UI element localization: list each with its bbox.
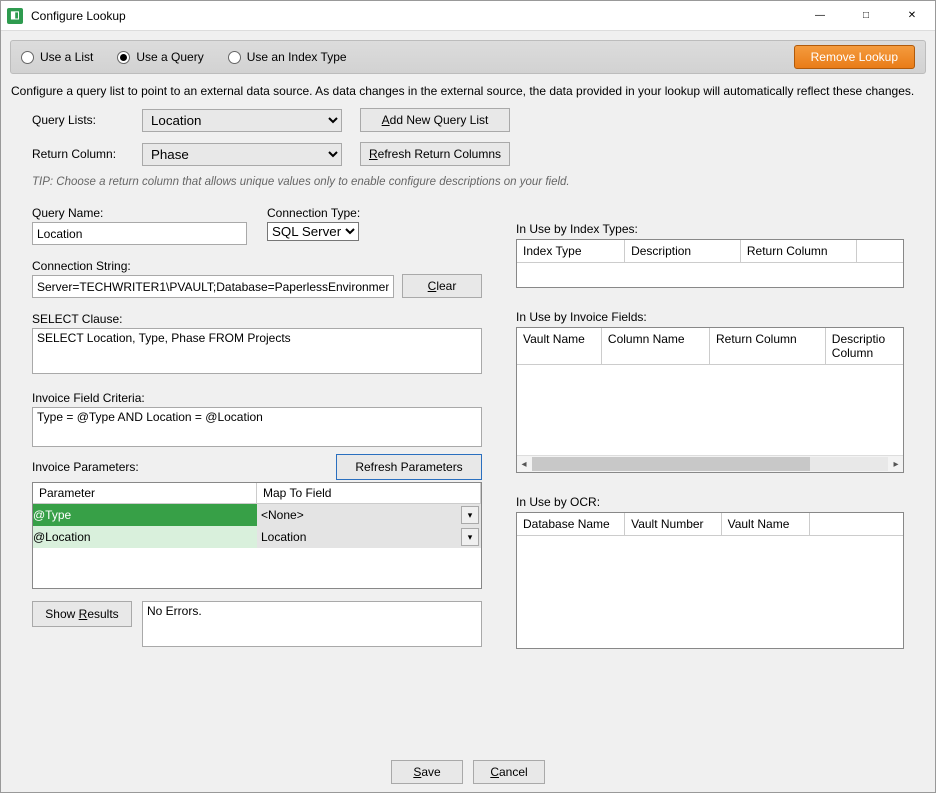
- in-use-ocr-label: In Use by OCR:: [516, 495, 904, 509]
- cancel-button[interactable]: Cancel: [473, 760, 545, 784]
- return-column-select[interactable]: Phase: [142, 143, 342, 166]
- tip-text: TIP: Choose a return column that allows …: [32, 176, 904, 188]
- invoice-parameters-table: Parameter Map To Field @Type <None> ▾ @L…: [32, 482, 482, 589]
- titlebar: ◧ Configure Lookup — □ ✕: [1, 1, 935, 31]
- query-name-input[interactable]: [32, 222, 247, 245]
- col-column-name[interactable]: Column Name: [602, 328, 710, 365]
- description-text: Configure a query list to point to an ex…: [10, 74, 926, 108]
- col-description-column[interactable]: DescriptioColumn: [826, 328, 903, 365]
- close-button[interactable]: ✕: [889, 1, 935, 31]
- connection-type-label: Connection Type:: [267, 206, 482, 220]
- invoice-params-label: Invoice Parameters:: [32, 460, 336, 474]
- lookup-type-bar: Use a List Use a Query Use an Index Type…: [10, 40, 926, 74]
- radio-label: Use a List: [40, 50, 93, 64]
- radio-label: Use an Index Type: [247, 50, 347, 64]
- col-index-type[interactable]: Index Type: [517, 240, 625, 263]
- show-results-button[interactable]: Show Results: [32, 601, 132, 627]
- connection-type-select[interactable]: SQL Server: [267, 222, 359, 241]
- refresh-parameters-button[interactable]: Refresh Parameters: [336, 454, 482, 480]
- param-map-cell[interactable]: Location ▾: [257, 526, 481, 548]
- app-icon: ◧: [7, 8, 23, 24]
- clear-button[interactable]: Clear: [402, 274, 482, 298]
- ocr-grid: Database Name Vault Number Vault Name: [516, 512, 904, 649]
- col-vault-name[interactable]: Vault Name: [517, 328, 602, 365]
- connection-string-input[interactable]: [32, 275, 394, 298]
- param-name-cell: @Type: [33, 504, 257, 526]
- chevron-down-icon[interactable]: ▾: [461, 528, 479, 546]
- param-map-cell[interactable]: <None> ▾: [257, 504, 481, 526]
- col-vault-number[interactable]: Vault Number: [625, 513, 722, 536]
- query-name-label: Query Name:: [32, 206, 247, 220]
- param-col-map: Map To Field: [257, 483, 481, 504]
- col-return-column[interactable]: Return Column: [741, 240, 857, 263]
- col-vault-name-2[interactable]: Vault Name: [722, 513, 811, 536]
- horizontal-scrollbar[interactable]: ◂ ▸: [517, 455, 903, 472]
- param-name-cell: @Location: [33, 526, 257, 548]
- radio-label: Use a Query: [136, 50, 203, 64]
- in-use-index-label: In Use by Index Types:: [516, 222, 904, 236]
- radio-icon: [117, 51, 130, 64]
- col-description[interactable]: Description: [625, 240, 741, 263]
- col-return-column-2[interactable]: Return Column: [710, 328, 826, 365]
- return-column-label: Return Column:: [32, 147, 142, 161]
- table-row[interactable]: @Location Location ▾: [33, 526, 481, 548]
- save-button[interactable]: Save: [391, 760, 463, 784]
- connection-string-label: Connection String:: [32, 259, 394, 273]
- invoice-criteria-label: Invoice Field Criteria:: [32, 391, 482, 405]
- invoice-criteria-input[interactable]: [32, 407, 482, 447]
- index-types-grid: Index Type Description Return Column: [516, 239, 904, 288]
- maximize-button[interactable]: □: [843, 1, 889, 31]
- select-clause-label: SELECT Clause:: [32, 312, 482, 326]
- radio-use-query[interactable]: Use a Query: [117, 50, 203, 64]
- radio-use-list[interactable]: Use a List: [21, 50, 93, 64]
- invoice-fields-grid: Vault Name Column Name Return Column Des…: [516, 327, 904, 473]
- in-use-invoice-label: In Use by Invoice Fields:: [516, 310, 904, 324]
- table-row[interactable]: @Type <None> ▾: [33, 504, 481, 526]
- results-output: [142, 601, 482, 647]
- query-lists-select[interactable]: Location: [142, 109, 342, 132]
- col-db-name[interactable]: Database Name: [517, 513, 625, 536]
- param-col-parameter: Parameter: [33, 483, 257, 504]
- add-query-list-button[interactable]: Add New Query List: [360, 108, 510, 132]
- minimize-button[interactable]: —: [797, 1, 843, 31]
- chevron-down-icon[interactable]: ▾: [461, 506, 479, 524]
- radio-icon: [21, 51, 34, 64]
- select-clause-input[interactable]: [32, 328, 482, 374]
- refresh-return-columns-button[interactable]: Refresh Return Columns: [360, 142, 510, 166]
- remove-lookup-button[interactable]: Remove Lookup: [794, 45, 915, 69]
- query-lists-label: Query Lists:: [32, 113, 142, 127]
- radio-icon: [228, 51, 241, 64]
- radio-use-index-type[interactable]: Use an Index Type: [228, 50, 347, 64]
- window-title: Configure Lookup: [31, 9, 126, 23]
